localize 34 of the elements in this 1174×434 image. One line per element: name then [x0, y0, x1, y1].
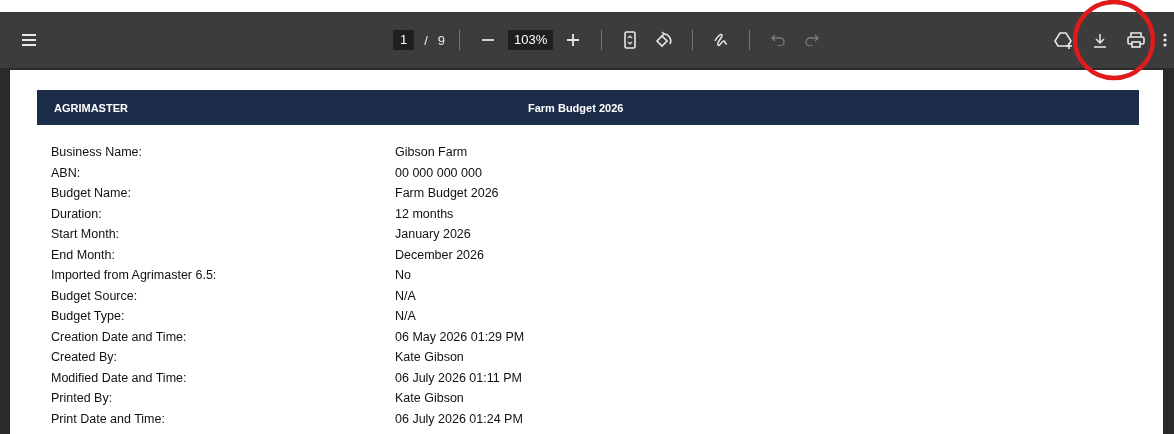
field-value: No [395, 268, 411, 283]
field-value: Gibson Farm [395, 145, 468, 160]
field-label: ABN: [51, 165, 82, 180]
field-value: 06 July 2026 01:24 PM [395, 411, 523, 426]
field-label: Modified Date and Time: [51, 370, 188, 385]
zoom-field[interactable]: 103% [508, 30, 554, 50]
field-value: Kate Gibson [395, 350, 464, 365]
brand-name: AGRIMASTER [53, 101, 129, 114]
field-value: Kate Gibson [395, 391, 464, 406]
field-label: Print Date and Time: [51, 411, 166, 426]
page-total: 9 [437, 32, 446, 48]
field-value: 00 000 000 000 [395, 165, 482, 180]
field-value: N/A [395, 309, 416, 324]
field-value: December 2026 [395, 247, 484, 262]
field-label: Budget Type: [51, 309, 126, 324]
page-separator: / [424, 32, 428, 48]
field-label: Start Month: [51, 227, 121, 242]
field-label: Created By: [51, 350, 118, 365]
field-value: 06 July 2026 01:11 PM [395, 370, 522, 385]
field-label: End Month: [51, 247, 116, 262]
field-label: Business Name: [51, 145, 143, 160]
field-value: January 2026 [395, 227, 471, 242]
field-label: Budget Source: [51, 288, 139, 303]
field-label: Creation Date and Time: [51, 329, 188, 344]
field-value: Farm Budget 2026 [395, 186, 499, 201]
field-value: N/A [395, 288, 416, 303]
field-label: Budget Name: [51, 186, 132, 201]
field-value: 06 May 2026 01:29 PM [395, 329, 525, 344]
field-value: 12 months [395, 206, 454, 221]
field-label: Imported from Agrimaster 6.5: [51, 268, 218, 283]
page-number-field[interactable]: 1 [393, 30, 415, 50]
field-label: Duration: [51, 206, 103, 221]
report-title: Farm Budget 2026 [528, 101, 624, 114]
field-label: Printed By: [51, 391, 114, 406]
